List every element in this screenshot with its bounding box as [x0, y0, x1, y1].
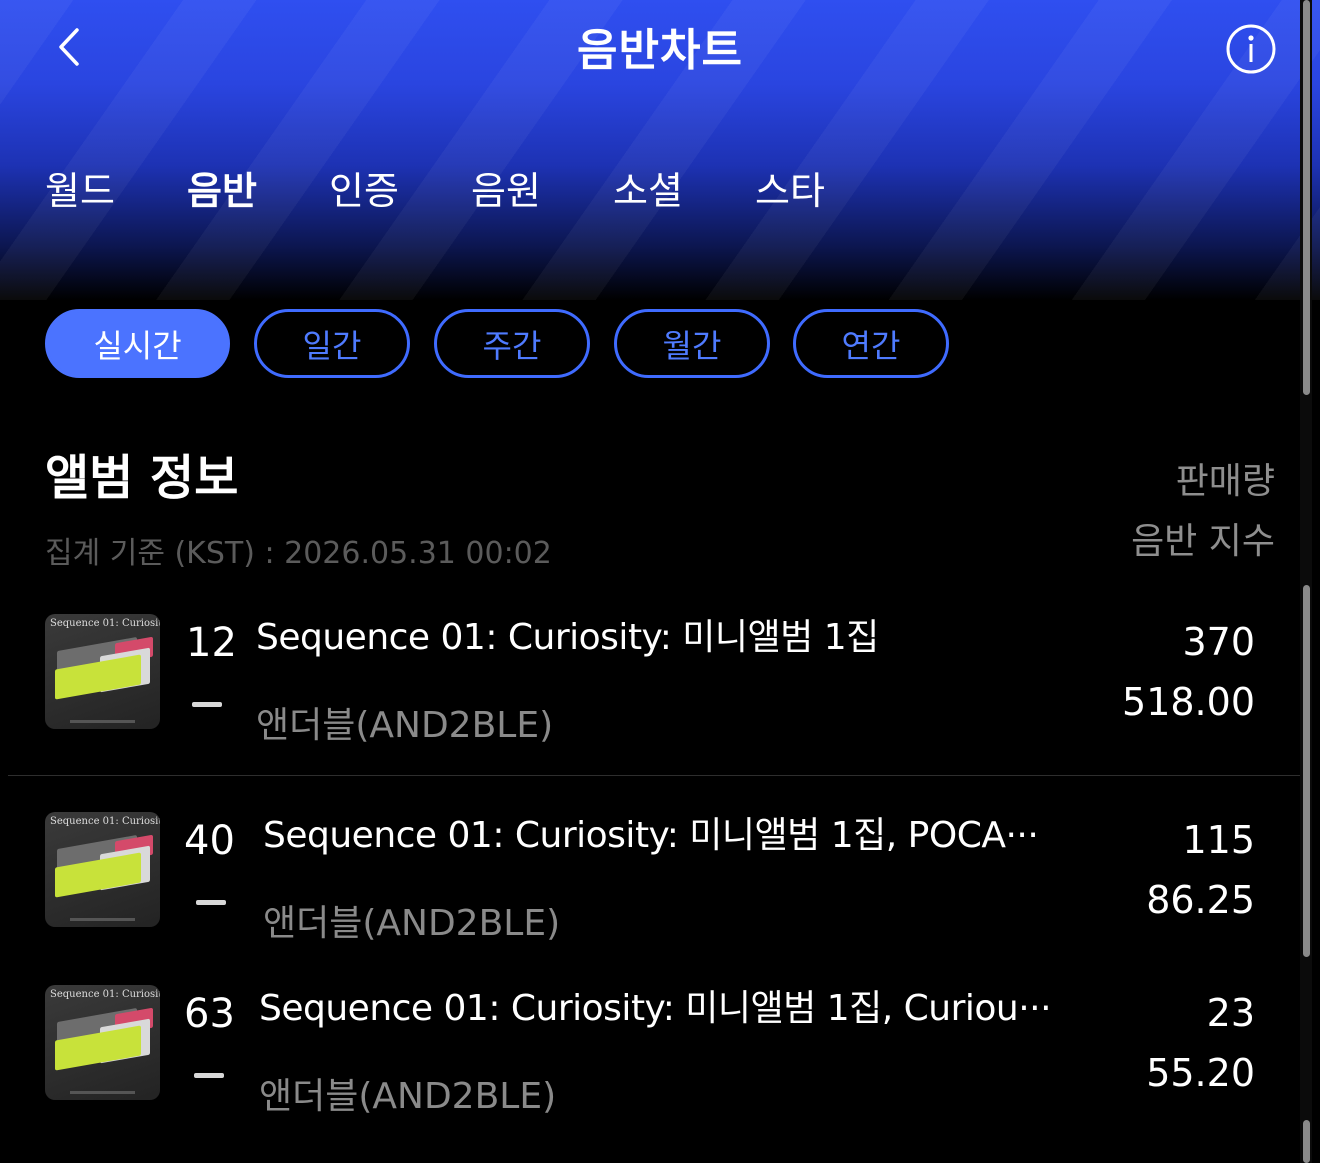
album-cover-caption: Sequence 01: Curiosity [50, 816, 160, 827]
tab-star[interactable]: 스타 [755, 160, 825, 215]
dash-icon [196, 900, 226, 905]
album-cover[interactable]: Sequence 01: Curiosity [45, 614, 160, 729]
column-header-index: 음반 지수 [1131, 521, 1275, 562]
album-title[interactable]: Sequence 01: Curiosity: 미니앨범 1집, POCA··· [263, 806, 1039, 858]
sales-count: 115 [1182, 818, 1255, 862]
info-circle-icon [1226, 24, 1276, 74]
dash-icon [192, 702, 222, 707]
tab-digital[interactable]: 음원 [471, 160, 541, 215]
period-tab-weekly[interactable]: 주간 [434, 309, 590, 378]
scrollbar-thumb-top[interactable] [1303, 0, 1310, 395]
page-title: 음반차트 [577, 25, 743, 76]
column-header: 판매량 음반 지수 [1131, 452, 1275, 572]
period-tab-daily[interactable]: 일간 [254, 309, 410, 378]
aggregation-time: 집계 기준 (KST) : 2026.05.31 00:02 [45, 536, 552, 571]
album-index: 55.20 [1146, 1051, 1255, 1095]
artist-name[interactable]: 앤더블(AND2BLE) [263, 894, 560, 946]
album-title[interactable]: Sequence 01: Curiosity: 미니앨범 1집 [256, 608, 879, 660]
period-tab-realtime[interactable]: 실시간 [45, 309, 230, 378]
rank-number: 40 [184, 818, 235, 864]
tab-album[interactable]: 음반 [187, 160, 257, 215]
artist-name[interactable]: 앤더블(AND2BLE) [256, 696, 553, 748]
album-cover[interactable]: Sequence 01: Curiosity [45, 985, 160, 1100]
chart-row[interactable]: Sequence 01: Curiosity 63 Sequence 01: C… [0, 981, 1300, 1131]
album-cover-caption: Sequence 01: Curiosity [50, 618, 160, 629]
section-title: 앨범 정보 [45, 450, 239, 506]
sales-count: 370 [1182, 620, 1255, 664]
period-tab-monthly[interactable]: 월간 [614, 309, 770, 378]
album-index: 86.25 [1146, 878, 1255, 922]
artist-name[interactable]: 앤더블(AND2BLE) [259, 1067, 556, 1119]
tab-certification[interactable]: 인증 [329, 160, 399, 215]
album-index: 518.00 [1122, 680, 1255, 724]
chart-row[interactable]: Sequence 01: Curiosity 40 Sequence 01: C… [0, 808, 1300, 958]
column-header-sales: 판매량 [1175, 461, 1275, 502]
tab-world[interactable]: 월드 [45, 160, 115, 215]
scrollbar-thumb[interactable] [1303, 585, 1310, 957]
tab-social[interactable]: 소셜 [613, 160, 683, 215]
sales-count: 23 [1206, 991, 1255, 1035]
album-title[interactable]: Sequence 01: Curiosity: 미니앨범 1집, Curiou·… [259, 979, 1052, 1031]
rank-number: 12 [186, 620, 237, 666]
chart-row[interactable]: Sequence 01: Curiosity 12 Sequence 01: C… [0, 610, 1300, 760]
album-cover[interactable]: Sequence 01: Curiosity [45, 812, 160, 927]
dash-icon [194, 1073, 224, 1078]
period-tab-yearly[interactable]: 연간 [793, 309, 949, 378]
rank-number: 63 [184, 991, 235, 1037]
album-cover-caption: Sequence 01: Curiosity [50, 989, 160, 1000]
scrollbar-thumb-bottom[interactable] [1303, 1120, 1310, 1163]
row-divider [8, 775, 1303, 776]
info-button[interactable] [1224, 22, 1278, 76]
